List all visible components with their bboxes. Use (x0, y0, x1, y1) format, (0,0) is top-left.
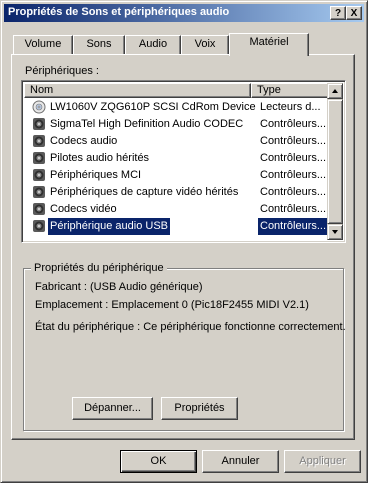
device-row[interactable]: Pilotes audio hérités Contrôleurs... (24, 150, 331, 167)
device-name: Périphériques de capture vidéo hérités (50, 186, 239, 198)
device-type: Contrôleurs... (260, 169, 327, 181)
device-name: SigmaTel High Definition Audio CODEC (50, 118, 244, 130)
scroll-up-button[interactable] (327, 83, 343, 99)
device-name: Périphérique audio USB (46, 217, 172, 236)
speaker-icon (32, 151, 46, 165)
speaker-icon (32, 134, 46, 148)
device-type: Contrôleurs... (260, 118, 327, 130)
device-name: Périphériques MCI (50, 169, 142, 181)
close-button[interactable]: X (346, 6, 362, 20)
speaker-icon (32, 202, 46, 216)
device-name: Pilotes audio hérités (50, 152, 150, 164)
device-name: Codecs audio (50, 135, 118, 147)
dialog-window: Propriétés de Sons et périphériques audi… (0, 0, 368, 483)
apply-button[interactable]: Appliquer (284, 450, 361, 473)
device-type: Contrôleurs... (260, 135, 327, 147)
arrow-up-icon (332, 89, 338, 93)
troubleshoot-button-label: Dépanner... (84, 402, 141, 414)
status-text: État du périphérique : Ce périphérique f… (35, 321, 346, 333)
device-properties-title: Propriétés du périphérique (31, 262, 167, 274)
tab-sons[interactable]: Sons (73, 35, 125, 54)
device-row[interactable]: LW1060V ZQG610P SCSI CdRom Device Lecteur… (24, 99, 331, 116)
cancel-button-label: Annuler (221, 455, 260, 467)
manufacturer-text: Fabricant : (USB Audio générique) (35, 281, 203, 293)
window-title: Propriétés de Sons et périphériques audi… (8, 6, 230, 18)
speaker-icon (32, 168, 46, 182)
column-header-type[interactable]: Type (251, 83, 331, 98)
device-row[interactable]: Périphériques MCI Contrôleurs... (24, 167, 331, 184)
location-text: Emplacement : Emplacement 0 (Pic18F2455 … (35, 299, 309, 311)
speaker-icon (32, 117, 46, 131)
title-bar[interactable]: Propriétés de Sons et périphériques audi… (4, 4, 364, 22)
list-header: Nom Type (24, 83, 331, 98)
ok-button[interactable]: OK (120, 450, 197, 473)
apply-button-label: Appliquer (299, 455, 346, 467)
device-row[interactable]: Périphérique audio USB Contrôleurs... (24, 217, 331, 236)
column-header-name[interactable]: Nom (24, 83, 251, 98)
tab-audio[interactable]: Audio (125, 35, 181, 54)
scroll-down-button[interactable] (327, 224, 343, 240)
device-type: Contrôleurs... (260, 152, 327, 164)
ok-button-label: OK (150, 455, 167, 467)
properties-button[interactable]: Propriétés (161, 397, 238, 420)
tab-volume[interactable]: Volume (13, 35, 73, 54)
device-rows: LW1060V ZQG610P SCSI CdRom Device Lecteur… (24, 99, 331, 236)
tab-voix[interactable]: Voix (181, 35, 229, 54)
troubleshoot-button[interactable]: Dépanner... (72, 397, 153, 420)
device-row[interactable]: Codecs vidéo Contrôleurs... (24, 201, 331, 218)
scroll-thumb[interactable] (327, 99, 343, 224)
device-type: Lecteurs d... (260, 101, 321, 113)
device-name: Codecs vidéo (50, 203, 117, 215)
device-name: LW1060V ZQG610P SCSI CdRom Device (50, 101, 256, 113)
cancel-button[interactable]: Annuler (202, 450, 279, 473)
speaker-icon (32, 219, 46, 233)
devices-label: Périphériques : (25, 65, 99, 77)
help-button[interactable]: ? (330, 6, 346, 20)
tab-strip: Volume Sons Audio Voix Matériel (13, 33, 353, 56)
device-row[interactable]: Périphériques de capture vidéo hérités Co… (24, 184, 331, 201)
cdrom-icon (32, 100, 46, 114)
device-type: Contrôleurs... (260, 186, 327, 198)
device-type: Contrôleurs... (260, 203, 327, 215)
properties-button-label: Propriétés (174, 402, 225, 414)
device-row[interactable]: Codecs audio Contrôleurs... (24, 133, 331, 150)
device-type: Contrôleurs... (258, 218, 331, 235)
device-row[interactable]: SigmaTel High Definition Audio CODEC Cont… (24, 116, 331, 133)
speaker-icon (32, 185, 46, 199)
vertical-scrollbar[interactable] (327, 83, 343, 240)
arrow-down-icon (332, 230, 338, 234)
tab-materiel[interactable]: Matériel (229, 33, 309, 56)
devices-list[interactable]: Nom Type LW1060V ZQG610P SCSI CdRom Devi… (21, 80, 346, 243)
